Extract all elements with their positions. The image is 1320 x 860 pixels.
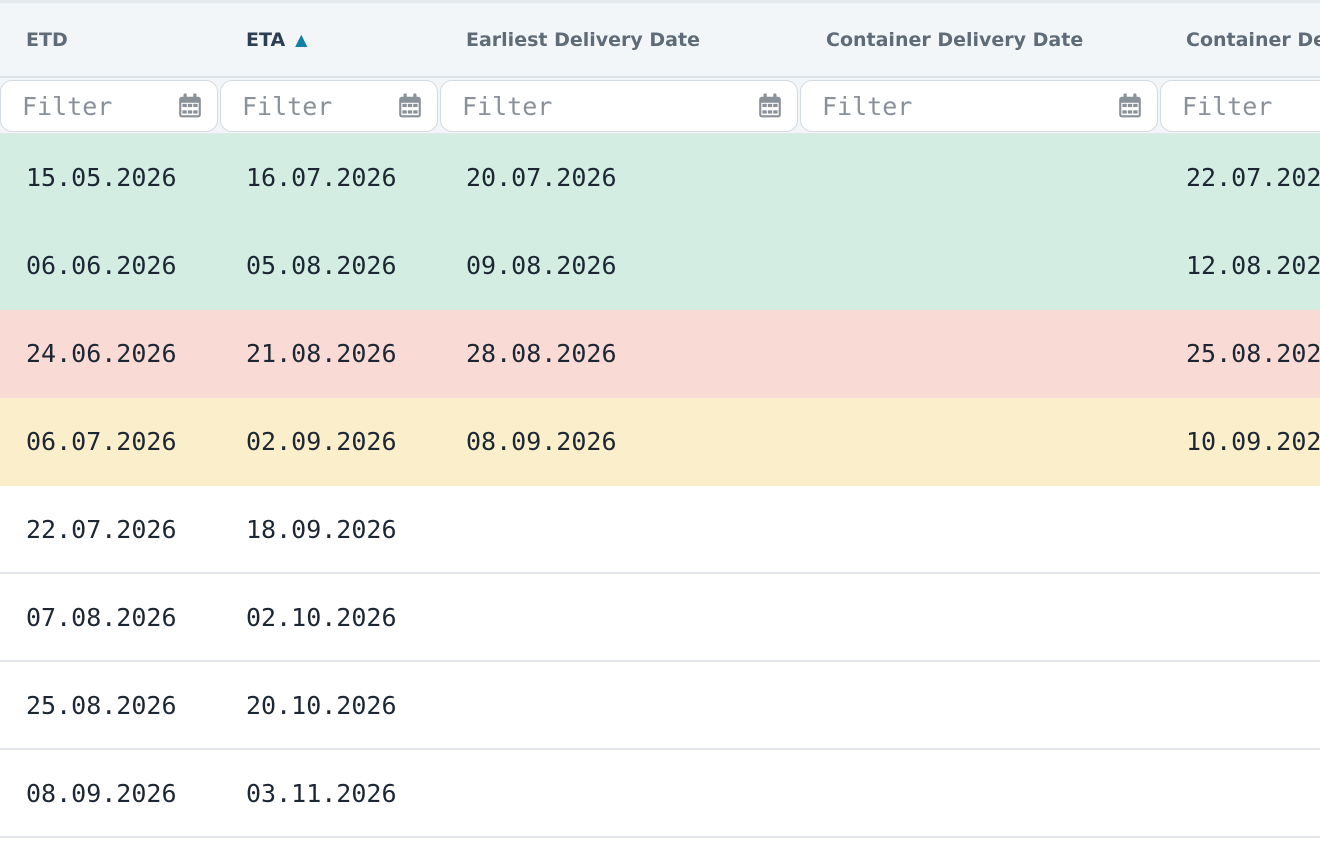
column-header-label: Container Delivery Date	[826, 28, 1084, 51]
cell-earliest-delivery-date: 08.09.2026	[466, 426, 617, 456]
cell-etd: 07.08.2026	[26, 602, 177, 632]
calendar-icon[interactable]	[1117, 93, 1143, 119]
cell-container-de	[1160, 486, 1320, 572]
cell-earliest-delivery-date: 28.08.2026	[466, 338, 617, 368]
filter-box-container-de	[1160, 80, 1320, 132]
filter-box-etd	[0, 80, 218, 132]
table-row[interactable]: 08.09.2026 03.11.2026	[0, 750, 1320, 838]
cell-etd: 08.09.2026	[26, 778, 177, 808]
column-header-eta[interactable]: ETA ▲	[220, 3, 440, 76]
data-grid: ETD ETA ▲ Earliest Delivery Date Contain…	[0, 0, 1320, 860]
filter-cell	[0, 78, 220, 133]
cell-container-de: 12.08.202	[1186, 250, 1320, 280]
table-row[interactable]: 06.06.2026 05.08.2026 09.08.2026 12.08.2…	[0, 222, 1320, 310]
cell-container-de	[1160, 662, 1320, 748]
cell-earliest-delivery-date: 09.08.2026	[466, 250, 617, 280]
column-header-label: Earliest Delivery Date	[466, 28, 700, 51]
cell-eta: 03.11.2026	[246, 778, 397, 808]
filter-input-etd[interactable]	[22, 91, 142, 121]
filter-box-earliest-delivery-date	[440, 80, 798, 132]
cell-container-de: 22.07.202	[1186, 162, 1320, 192]
cell-eta: 02.10.2026	[246, 602, 397, 632]
cell-container-delivery-date	[800, 310, 1160, 396]
filter-box-eta	[220, 80, 438, 132]
sort-ascending-icon[interactable]: ▲	[295, 30, 307, 49]
cell-container-de: 10.09.202	[1186, 426, 1320, 456]
cell-container-de	[1160, 574, 1320, 660]
cell-container-delivery-date	[800, 222, 1160, 308]
filter-input-container-de[interactable]	[1182, 91, 1302, 121]
cell-earliest-delivery-date	[440, 750, 800, 836]
filter-cell	[800, 78, 1160, 133]
cell-earliest-delivery-date	[440, 574, 800, 660]
cell-etd: 24.06.2026	[26, 338, 177, 368]
table-row[interactable]: 15.05.2026 16.07.2026 20.07.2026 22.07.2…	[0, 134, 1320, 222]
calendar-icon[interactable]	[397, 93, 423, 119]
filter-input-earliest-delivery-date[interactable]	[462, 91, 582, 121]
cell-etd: 22.07.2026	[26, 514, 177, 544]
filter-cell	[1160, 78, 1320, 133]
cell-container-de	[1160, 750, 1320, 836]
cell-container-delivery-date	[800, 134, 1160, 220]
cell-container-de: 25.08.202	[1186, 338, 1320, 368]
filter-row	[0, 78, 1320, 134]
cell-earliest-delivery-date	[440, 486, 800, 572]
table-row[interactable]: 25.08.2026 20.10.2026	[0, 662, 1320, 750]
cell-etd: 25.08.2026	[26, 690, 177, 720]
cell-eta: 16.07.2026	[246, 162, 397, 192]
header-row: ETD ETA ▲ Earliest Delivery Date Contain…	[0, 0, 1320, 78]
cell-etd: 06.07.2026	[26, 426, 177, 456]
cell-container-delivery-date	[800, 750, 1160, 836]
column-header-label: ETD	[26, 28, 68, 51]
column-header-label: ETA	[246, 28, 286, 51]
column-header-container-de[interactable]: Container De	[1160, 3, 1320, 76]
cell-etd: 15.05.2026	[26, 162, 177, 192]
cell-eta: 02.09.2026	[246, 426, 397, 456]
cell-container-delivery-date	[800, 662, 1160, 748]
cell-earliest-delivery-date	[440, 662, 800, 748]
column-header-label: Container De	[1186, 28, 1320, 51]
table-row[interactable]: 07.08.2026 02.10.2026	[0, 574, 1320, 662]
filter-input-container-delivery-date[interactable]	[822, 91, 942, 121]
filter-cell	[440, 78, 800, 133]
filter-box-container-delivery-date	[800, 80, 1158, 132]
cell-etd: 06.06.2026	[26, 250, 177, 280]
calendar-icon[interactable]	[177, 93, 203, 119]
cell-eta: 21.08.2026	[246, 338, 397, 368]
column-header-container-delivery-date[interactable]: Container Delivery Date	[800, 3, 1160, 76]
column-header-etd[interactable]: ETD	[0, 3, 220, 76]
filter-cell	[220, 78, 440, 133]
column-header-earliest-delivery-date[interactable]: Earliest Delivery Date	[440, 3, 800, 76]
table-row[interactable]: 22.07.2026 18.09.2026	[0, 486, 1320, 574]
cell-container-delivery-date	[800, 574, 1160, 660]
table-row[interactable]: 24.06.2026 21.08.2026 28.08.2026 25.08.2…	[0, 310, 1320, 398]
cell-eta: 18.09.2026	[246, 514, 397, 544]
filter-input-eta[interactable]	[242, 91, 362, 121]
cell-container-delivery-date	[800, 398, 1160, 484]
table-row[interactable]: 06.07.2026 02.09.2026 08.09.2026 10.09.2…	[0, 398, 1320, 486]
cell-container-delivery-date	[800, 486, 1160, 572]
calendar-icon[interactable]	[757, 93, 783, 119]
cell-earliest-delivery-date: 20.07.2026	[466, 162, 617, 192]
cell-eta: 20.10.2026	[246, 690, 397, 720]
cell-eta: 05.08.2026	[246, 250, 397, 280]
